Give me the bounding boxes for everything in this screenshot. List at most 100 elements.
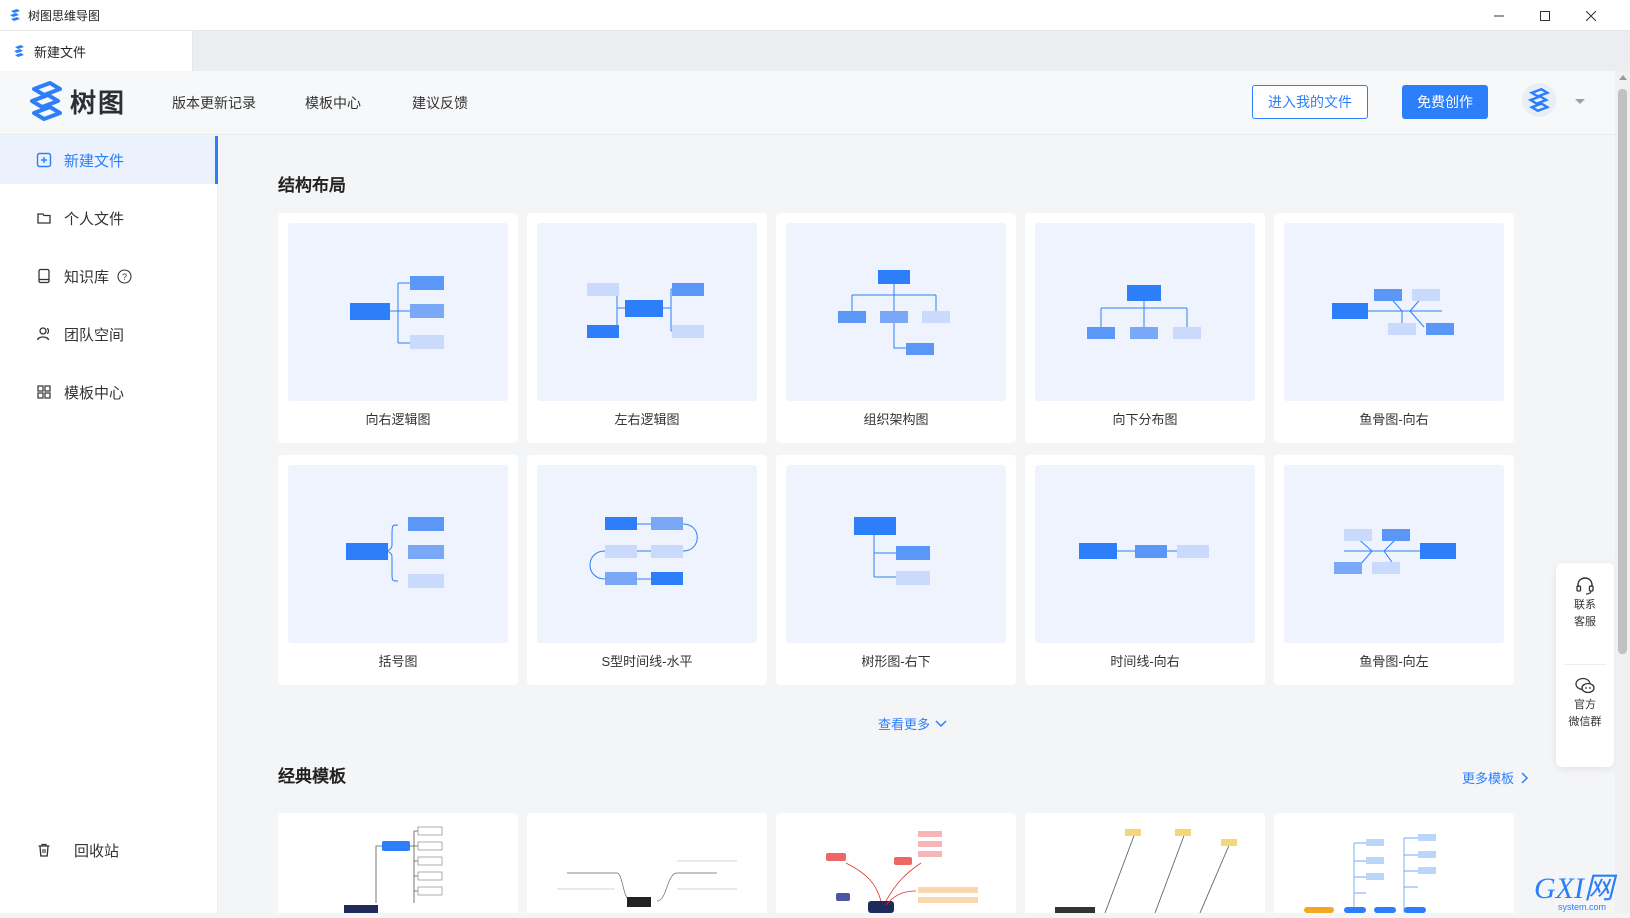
app-logo-icon	[10, 9, 20, 21]
layouts-section-title: 结构布局	[278, 176, 346, 195]
nav-feedback[interactable]: 建议反馈	[412, 93, 468, 113]
s-timeline-diagram-icon	[589, 517, 698, 585]
right-logic-diagram-icon	[350, 276, 444, 349]
contact-service-button[interactable]: 联系 客服	[1556, 575, 1614, 631]
layout-thumbnail	[288, 465, 508, 643]
timeline-right-diagram-icon	[1079, 543, 1209, 559]
layout-card-label: 向右逻辑图	[365, 412, 431, 427]
bracket-diagram-icon	[346, 517, 444, 588]
template-card-3[interactable]	[776, 813, 1016, 913]
template-thumbnail	[1055, 829, 1237, 913]
enter-my-files-button[interactable]: 进入我的文件	[1252, 85, 1368, 119]
sidebar-item-knowledge-base[interactable]: 知识库 ?	[0, 252, 218, 300]
sidebar-item-label: 个人文件	[64, 210, 125, 228]
sidebar-item-new-file[interactable]: 新建文件	[0, 136, 218, 184]
sidebar-item-trash[interactable]: 回收站	[0, 826, 218, 874]
account-dropdown-caret-icon[interactable]	[1575, 99, 1585, 104]
layout-card-bracket[interactable]: 括号图	[278, 455, 518, 685]
help-circle-icon[interactable]: ?	[117, 268, 132, 284]
chevron-down-icon	[935, 719, 947, 727]
wechat-group-button[interactable]: 官方 微信群	[1556, 675, 1614, 731]
new-file-icon	[36, 152, 52, 168]
minimize-button[interactable]	[1476, 0, 1522, 31]
wechat-icon	[1575, 677, 1595, 694]
svg-text:?: ?	[122, 272, 127, 282]
layout-card-label: 鱼骨图-向右	[1359, 412, 1429, 427]
template-card-5[interactable]	[1274, 813, 1514, 913]
layout-card-label: 左右逻辑图	[614, 412, 680, 427]
see-more-label: 查看更多	[878, 717, 931, 732]
layout-thumbnail	[1284, 465, 1504, 643]
layout-card-tree-down-right[interactable]: 树形图-右下	[776, 455, 1016, 685]
divider	[1564, 664, 1606, 665]
window-titlebar: 树图思维导图	[0, 0, 1630, 31]
team-icon	[36, 326, 52, 342]
layout-thumbnail	[537, 465, 757, 643]
maximize-icon	[1540, 10, 1550, 21]
layout-thumbnail	[786, 465, 1006, 643]
wechat-label-2: 微信群	[1568, 716, 1602, 728]
layout-card-left-right-logic[interactable]: 左右逻辑图	[527, 213, 767, 443]
layout-card-label: S型时间线-水平	[601, 654, 693, 669]
down-distribution-diagram-icon	[1087, 285, 1201, 339]
layout-card-label: 鱼骨图-向左	[1359, 654, 1429, 669]
sidebar-item-label: 新建文件	[64, 152, 125, 170]
tab-bar: 新建文件	[0, 31, 1630, 71]
layout-thumbnail	[1035, 465, 1255, 643]
template-card-1[interactable]	[278, 813, 518, 913]
sidebar-item-personal-files[interactable]: 个人文件	[0, 194, 218, 242]
headset-icon	[1576, 577, 1594, 595]
nav-changelog[interactable]: 版本更新记录	[172, 93, 256, 113]
template-thumbnail	[344, 826, 443, 913]
scroll-up-arrow-icon[interactable]	[1619, 75, 1627, 80]
layout-card-fishbone-right[interactable]: 鱼骨图-向右	[1274, 213, 1514, 443]
layout-card-down-distribution[interactable]: 向下分布图	[1025, 213, 1265, 443]
floating-help-panel: 联系 客服 官方 微信群	[1556, 563, 1614, 767]
watermark-text: GXI网	[1534, 872, 1618, 905]
layout-card-label: 时间线-向右	[1110, 654, 1180, 669]
page-scrollbar[interactable]	[1615, 71, 1630, 913]
layout-card-label: 树形图-右下	[861, 654, 931, 669]
brand-name: 树图	[70, 87, 127, 118]
close-button[interactable]	[1568, 0, 1614, 31]
sidebar-item-team-space[interactable]: 团队空间	[0, 310, 218, 358]
layout-card-fishbone-left[interactable]: 鱼骨图-向左	[1274, 455, 1514, 685]
nav-template-center[interactable]: 模板中心	[305, 93, 361, 113]
template-card-4[interactable]	[1025, 813, 1265, 913]
contact-label-2: 客服	[1574, 616, 1596, 628]
grid-icon	[36, 384, 52, 400]
template-card-2[interactable]	[527, 813, 767, 913]
site-watermark: GXI网 system.com	[1532, 868, 1628, 913]
more-templates-link[interactable]: 更多模板	[1462, 768, 1530, 787]
avatar[interactable]	[1522, 83, 1556, 117]
sidebar-item-label: 团队空间	[64, 326, 125, 344]
layout-thumbnail	[1284, 223, 1504, 401]
app-header: 树图 版本更新记录 模板中心 建议反馈 进入我的文件 免费创作	[0, 71, 1615, 135]
layout-card-s-timeline[interactable]: S型时间线-水平	[527, 455, 767, 685]
shutu-logo-icon	[30, 81, 62, 121]
sidebar-item-template-center[interactable]: 模板中心	[0, 368, 218, 416]
left-right-logic-diagram-icon	[587, 283, 704, 338]
maximize-button[interactable]	[1522, 0, 1568, 31]
see-more-link[interactable]: 查看更多	[878, 714, 948, 733]
close-icon	[1586, 10, 1596, 21]
tab-new-file[interactable]: 新建文件	[0, 31, 193, 71]
wechat-label-1: 官方	[1574, 699, 1596, 711]
layout-thumbnail	[288, 223, 508, 401]
fishbone-right-diagram-icon	[1332, 289, 1454, 335]
templates-section-title: 经典模板	[278, 767, 346, 786]
template-thumbnail	[826, 831, 978, 913]
layout-card-right-logic[interactable]: 向右逻辑图	[278, 213, 518, 443]
layout-thumbnail	[1035, 223, 1255, 401]
layout-card-org-chart[interactable]: 组织架构图	[776, 213, 1016, 443]
create-free-button[interactable]: 免费创作	[1402, 85, 1488, 119]
layout-card-timeline-right[interactable]: 时间线-向右	[1025, 455, 1265, 685]
sidebar-item-label: 回收站	[74, 842, 120, 860]
folder-icon	[36, 210, 52, 226]
org-chart-diagram-icon	[838, 270, 950, 355]
brand-logo[interactable]: 树图	[28, 81, 126, 121]
fishbone-left-diagram-icon	[1334, 529, 1456, 574]
chevron-right-icon	[1521, 771, 1529, 784]
layout-card-label: 组织架构图	[863, 412, 929, 427]
scrollbar-thumb[interactable]	[1618, 89, 1627, 654]
